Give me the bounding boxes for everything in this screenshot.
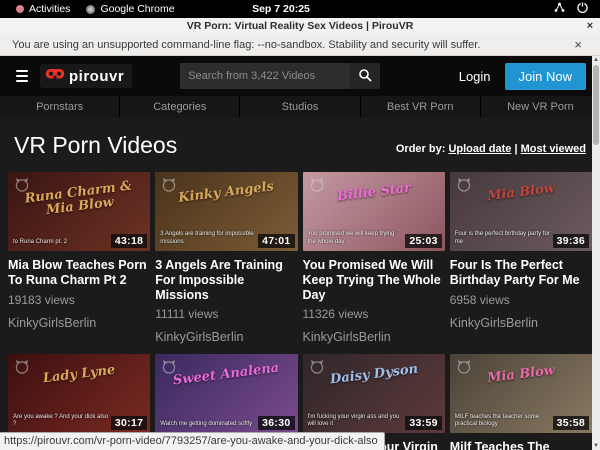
- duration-badge: 30:17: [111, 416, 147, 430]
- duration-badge: 39:36: [553, 234, 589, 248]
- search-input[interactable]: [180, 63, 350, 89]
- site-logo-text: pirouvr: [69, 68, 124, 85]
- studio-cat-logo-icon: [309, 359, 325, 375]
- duration-badge: 43:18: [111, 234, 147, 248]
- activities-indicator-icon: [16, 5, 24, 13]
- search-button[interactable]: [350, 63, 380, 89]
- video-views: 11111 views: [155, 307, 297, 321]
- site-logo[interactable]: pirouvr: [40, 64, 132, 88]
- join-now-button[interactable]: Join Now: [505, 63, 586, 90]
- thumbnail-caption: You promised we will keep trying the who…: [308, 231, 405, 247]
- scroll-up-icon[interactable]: ▲: [593, 56, 599, 64]
- window-titlebar: VR Porn: Virtual Reality Sex Videos | Pi…: [0, 18, 600, 34]
- page-title: VR Porn Videos: [14, 132, 177, 159]
- studio-link[interactable]: KinkyGirlsBerlin: [303, 330, 445, 344]
- app-menu-chrome[interactable]: Google Chrome: [78, 3, 182, 15]
- thumbnail-caption: Watch me getting dominated softly: [160, 421, 252, 429]
- video-thumbnail[interactable]: Kinky Angels 3 Angels are training for i…: [155, 172, 297, 251]
- power-icon[interactable]: [577, 2, 588, 16]
- studio-cat-logo-icon: [456, 177, 472, 193]
- system-panel: Activities Google Chrome Sep 7 20:25: [0, 0, 600, 18]
- infobar-close-icon[interactable]: ×: [568, 37, 588, 52]
- thumbnail-caption: MILF teaches the teacher some practical …: [455, 414, 552, 430]
- order-most-viewed-link[interactable]: Most viewed: [521, 143, 586, 155]
- site-navbar: pirouvr Login Join Now: [0, 56, 600, 96]
- scroll-down-icon[interactable]: ▼: [593, 442, 599, 450]
- video-thumbnail[interactable]: Sweet Analena Watch me getting dominated…: [155, 354, 297, 433]
- infobar-message: You are using an unsupported command-lin…: [12, 39, 568, 51]
- video-thumbnail[interactable]: Billie Star You promised we will keep tr…: [303, 172, 445, 251]
- video-card[interactable]: Kinky Angels 3 Angels are training for i…: [155, 172, 297, 344]
- login-link[interactable]: Login: [459, 69, 491, 84]
- studio-cat-logo-icon: [14, 359, 30, 375]
- video-thumbnail[interactable]: Daisy Dyson I'm fucking your virgin ass …: [303, 354, 445, 433]
- thumbnail-caption: to Runa Charm pt. 2: [13, 239, 67, 247]
- studio-cat-logo-icon: [309, 177, 325, 193]
- order-by-label: Order by:: [396, 143, 446, 155]
- activities-button[interactable]: Activities: [8, 3, 78, 15]
- scrollbar[interactable]: ▲ ▼: [592, 56, 600, 450]
- studio-cat-logo-icon: [161, 177, 177, 193]
- activities-label: Activities: [29, 3, 70, 15]
- thumbnail-caption: Are you awake ? And your dick also ?: [13, 414, 110, 430]
- order-by: Order by: Upload date | Most viewed: [396, 143, 586, 159]
- video-thumbnail[interactable]: Mia Blow MILF teaches the teacher some p…: [450, 354, 592, 433]
- video-title-link[interactable]: You Promised We Will Keep Trying The Who…: [303, 258, 445, 302]
- duration-badge: 36:30: [258, 416, 294, 430]
- menu-item-best-vr-porn[interactable]: Best VR Porn: [360, 96, 480, 117]
- clock[interactable]: Sep 7 20:25: [238, 3, 324, 15]
- hamburger-menu-icon[interactable]: [14, 68, 30, 84]
- network-icon[interactable]: [554, 2, 565, 16]
- video-card[interactable]: Mia Blow MILF teaches the teacher some p…: [450, 354, 592, 450]
- video-thumbnail[interactable]: Runa Charm & Mia Blow to Runa Charm pt. …: [8, 172, 150, 251]
- duration-badge: 47:01: [258, 234, 294, 248]
- menu-item-new-vr-porn[interactable]: New VR Porn: [480, 96, 600, 117]
- vr-goggles-icon: [45, 67, 65, 85]
- chrome-icon: [86, 5, 95, 14]
- thumbnail-caption: 3 Angels are training for impossible mis…: [160, 231, 257, 247]
- studio-link[interactable]: KinkyGirlsBerlin: [450, 316, 592, 330]
- chrome-infobar: You are using an unsupported command-lin…: [0, 34, 600, 56]
- window-close-icon[interactable]: ×: [580, 20, 600, 32]
- studio-cat-logo-icon: [456, 359, 472, 375]
- menu-item-pornstars[interactable]: Pornstars: [0, 96, 119, 117]
- thumbnail-caption: I'm fucking your virgin ass and you will…: [308, 414, 405, 430]
- video-thumbnail[interactable]: Mia Blow Four is the perfect birthday pa…: [450, 172, 592, 251]
- menu-item-categories[interactable]: Categories: [119, 96, 239, 117]
- video-title-link[interactable]: Milf Teaches The Teacher Some Practical …: [450, 440, 592, 450]
- scrollbar-thumb[interactable]: [593, 65, 599, 145]
- video-title-link[interactable]: Four Is The Perfect Birthday Party For M…: [450, 258, 592, 288]
- video-views: 6958 views: [450, 293, 592, 307]
- video-thumbnail[interactable]: Lady Lyne Are you awake ? And your dick …: [8, 354, 150, 433]
- studio-link[interactable]: KinkyGirlsBerlin: [155, 330, 297, 344]
- video-views: 11326 views: [303, 307, 445, 321]
- thumbnail-caption: Four is the perfect birthday party for m…: [455, 231, 552, 247]
- video-grid: Runa Charm & Mia Blow to Runa Charm pt. …: [0, 172, 600, 450]
- main-menu: PornstarsCategoriesStudiosBest VR PornNe…: [0, 96, 600, 117]
- order-upload-date-link[interactable]: Upload date: [448, 143, 511, 155]
- duration-badge: 35:58: [553, 416, 589, 430]
- video-title-link[interactable]: Mia Blow Teaches Porn To Runa Charm Pt 2: [8, 258, 150, 288]
- video-views: 19183 views: [8, 293, 150, 307]
- studio-link[interactable]: KinkyGirlsBerlin: [8, 316, 150, 330]
- search-icon: [358, 68, 372, 85]
- menu-item-studios[interactable]: Studios: [239, 96, 359, 117]
- video-title-link[interactable]: 3 Angels Are Training For Impossible Mis…: [155, 258, 297, 302]
- duration-badge: 25:03: [405, 234, 441, 248]
- app-menu-label: Google Chrome: [100, 3, 174, 15]
- video-card[interactable]: Billie Star You promised we will keep tr…: [303, 172, 445, 344]
- status-url-tooltip: https://pirouvr.com/vr-porn-video/779325…: [0, 432, 385, 450]
- video-card[interactable]: Runa Charm & Mia Blow to Runa Charm pt. …: [8, 172, 150, 344]
- video-card[interactable]: Mia Blow Four is the perfect birthday pa…: [450, 172, 592, 344]
- window-title: VR Porn: Virtual Reality Sex Videos | Pi…: [20, 20, 580, 32]
- duration-badge: 33:59: [405, 416, 441, 430]
